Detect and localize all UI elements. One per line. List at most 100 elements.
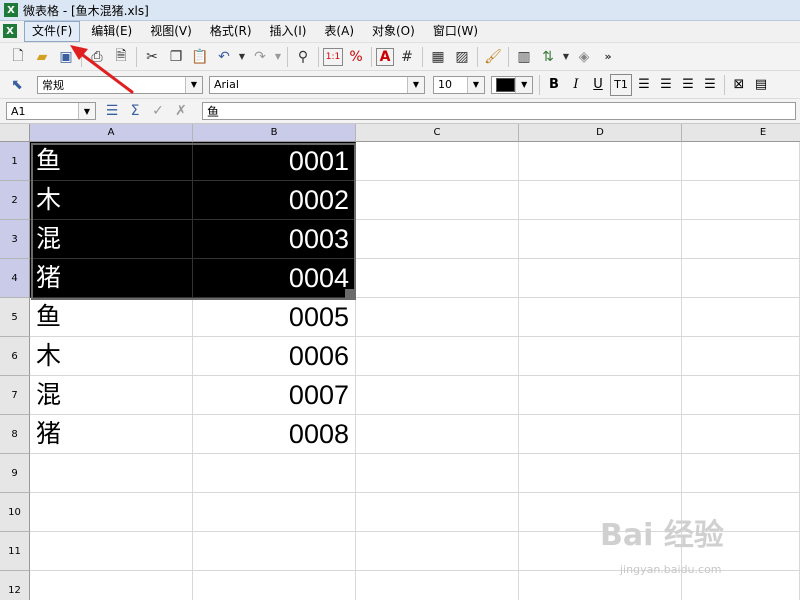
print-icon[interactable]: ⎙ — [86, 46, 108, 68]
row-header[interactable]: 9 — [0, 454, 30, 493]
pattern-icon[interactable]: ▨ — [451, 46, 473, 68]
font-color-icon[interactable]: A — [376, 47, 394, 66]
cell-b6[interactable]: 0006 — [193, 337, 356, 376]
menu-format[interactable]: 格式(R) — [203, 22, 259, 41]
cell-a6[interactable]: 木 — [30, 337, 193, 376]
bold-icon[interactable]: B — [544, 75, 564, 95]
cell-a1[interactable]: 鱼 — [30, 142, 193, 181]
underline-icon[interactable]: U — [588, 75, 608, 95]
column-header-e[interactable]: E — [682, 124, 800, 142]
undo-icon[interactable]: ↶ — [213, 46, 235, 68]
find-icon[interactable]: ⚲ — [292, 46, 314, 68]
wrap-icon[interactable]: ▤ — [751, 75, 771, 95]
style-select[interactable]: 常规 ▼ — [37, 75, 203, 94]
text-direction-icon[interactable]: T1 — [610, 73, 632, 96]
menu-window[interactable]: 窗口(W) — [426, 22, 485, 41]
paste-icon[interactable]: 📋 — [189, 46, 211, 68]
color-select[interactable]: ▼ — [491, 75, 533, 94]
percent-icon[interactable]: % — [345, 46, 367, 68]
formula-input[interactable]: 鱼 — [202, 102, 796, 120]
row-header[interactable]: 12 — [0, 571, 30, 600]
save-icon[interactable]: ▣ — [55, 46, 77, 68]
align-left-icon[interactable]: ☰ — [634, 75, 654, 95]
row-header[interactable]: 7 — [0, 376, 30, 415]
row-header[interactable]: 6 — [0, 337, 30, 376]
italic-icon[interactable]: I — [566, 75, 586, 95]
cell-b4[interactable]: 0004 — [193, 259, 356, 298]
cut-icon[interactable]: ✂ — [141, 46, 163, 68]
menu-view[interactable]: 视图(V) — [143, 22, 199, 41]
clear-format-icon[interactable]: 🖌 — [482, 46, 504, 68]
print-preview-icon[interactable]: 🗎 — [110, 46, 132, 68]
cell-b3[interactable]: 0003 — [193, 220, 356, 259]
more-tools-icon[interactable]: » — [597, 46, 619, 68]
grid-icon[interactable]: ▦ — [427, 46, 449, 68]
column-header-d[interactable]: D — [519, 124, 682, 142]
cell-b12[interactable] — [193, 571, 356, 600]
chevron-down-icon[interactable]: ▼ — [407, 76, 424, 93]
cell-a10[interactable] — [30, 493, 193, 532]
document-icon[interactable]: X — [3, 24, 17, 38]
cell-a8[interactable]: 猪 — [30, 415, 193, 454]
row-header[interactable]: 3 — [0, 220, 30, 259]
font-select[interactable]: Arial ▼ — [209, 75, 425, 94]
cell-b10[interactable] — [193, 493, 356, 532]
cell-a5[interactable]: 鱼 — [30, 298, 193, 337]
cell-b8[interactable]: 0008 — [193, 415, 356, 454]
merge-cells-icon[interactable]: ⊠ — [729, 75, 749, 95]
chevron-down-icon[interactable]: ▼ — [515, 76, 532, 93]
menu-insert[interactable]: 插入(I) — [263, 22, 314, 41]
cell-a2[interactable]: 木 — [30, 181, 193, 220]
new-file-icon[interactable]: 🗋 — [7, 46, 29, 68]
accept-icon[interactable]: ✓ — [147, 100, 169, 122]
cell-a12[interactable] — [30, 571, 193, 600]
menu-object[interactable]: 对象(O) — [365, 22, 422, 41]
open-folder-icon[interactable]: ▰ — [31, 46, 53, 68]
row-header[interactable]: 5 — [0, 298, 30, 337]
menu-table[interactable]: 表(A) — [317, 22, 361, 41]
sum-icon[interactable]: Σ — [124, 100, 146, 122]
row-header[interactable]: 11 — [0, 532, 30, 571]
cell-a4[interactable]: 猪 — [30, 259, 193, 298]
align-right-icon[interactable]: ☰ — [678, 75, 698, 95]
copy-icon[interactable]: ❐ — [165, 46, 187, 68]
column-header-b[interactable]: B — [193, 124, 356, 142]
redo-icon[interactable]: ↷ — [249, 46, 271, 68]
column-header-a[interactable]: A — [30, 124, 193, 142]
column-header-c[interactable]: C — [356, 124, 519, 142]
cell-b1[interactable]: 0001 — [193, 142, 356, 181]
row-header[interactable]: 8 — [0, 415, 30, 454]
row-header[interactable]: 4 — [0, 259, 30, 298]
sort-dropdown-icon[interactable]: ▼ — [561, 46, 571, 68]
fill-handle[interactable] — [345, 289, 354, 298]
font-size-select[interactable]: 10 ▼ — [433, 75, 485, 94]
row-header[interactable]: 10 — [0, 493, 30, 532]
cell-b11[interactable] — [193, 532, 356, 571]
cancel-icon[interactable]: ✗ — [170, 100, 192, 122]
cell-b9[interactable] — [193, 454, 356, 493]
name-box[interactable]: A1 ▼ — [6, 102, 96, 120]
object-icon[interactable]: ◈ — [573, 46, 595, 68]
pointer-icon[interactable]: ⬉ — [6, 74, 28, 96]
cell-a11[interactable] — [30, 532, 193, 571]
cell-a9[interactable] — [30, 454, 193, 493]
select-all-corner[interactable] — [0, 124, 30, 142]
undo-dropdown-icon[interactable]: ▼ — [237, 46, 247, 68]
row-header[interactable]: 1 — [0, 142, 30, 181]
sort-icon[interactable]: ⇅ — [537, 46, 559, 68]
equals-icon[interactable]: ☰ — [101, 100, 123, 122]
borders-icon[interactable]: # — [396, 46, 418, 68]
chevron-down-icon[interactable]: ▼ — [467, 76, 484, 93]
menu-file[interactable]: 文件(F) — [24, 21, 81, 42]
align-center-icon[interactable]: ☰ — [656, 75, 676, 95]
number-format-icon[interactable]: 1:1 — [323, 47, 343, 66]
cell-b7[interactable]: 0007 — [193, 376, 356, 415]
menu-edit[interactable]: 编辑(E) — [84, 22, 139, 41]
chevron-down-icon[interactable]: ▼ — [78, 103, 95, 119]
cell-b2[interactable]: 0002 — [193, 181, 356, 220]
column-icon[interactable]: ▥ — [513, 46, 535, 68]
redo-dropdown-icon[interactable]: ▼ — [273, 46, 283, 68]
row-header[interactable]: 2 — [0, 181, 30, 220]
chevron-down-icon[interactable]: ▼ — [185, 76, 202, 93]
cell-a7[interactable]: 混 — [30, 376, 193, 415]
